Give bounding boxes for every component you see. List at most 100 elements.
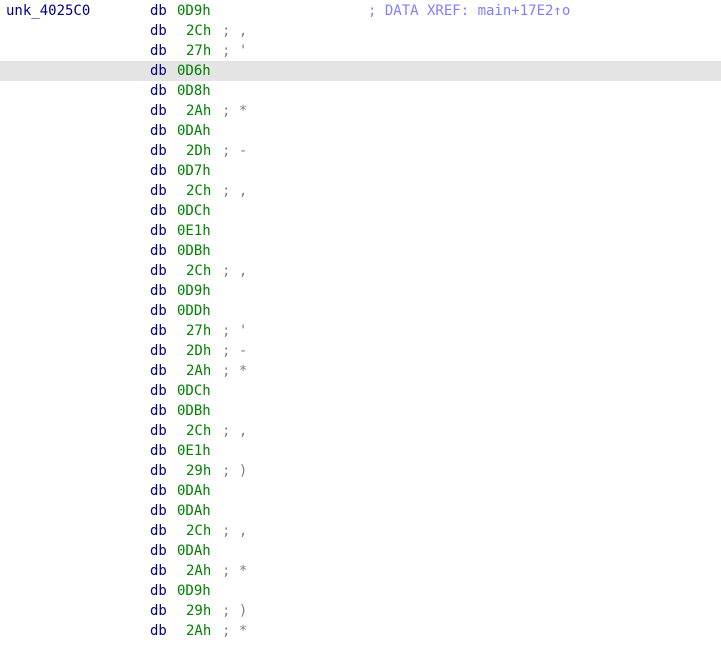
mnemonic[interactable]: db [150, 481, 167, 501]
listing-line[interactable]: db 0DAh [0, 541, 721, 561]
operand-value[interactable]: 2Ah [186, 561, 211, 581]
mnemonic[interactable]: db [150, 361, 167, 381]
operand-value[interactable]: 0DAh [177, 541, 211, 561]
operand-value[interactable]: 2Ah [186, 101, 211, 121]
operand-value[interactable]: 2Ch [186, 181, 211, 201]
listing-line[interactable]: db 2Dh ; - [0, 341, 721, 361]
operand-value[interactable]: 0DBh [177, 241, 211, 261]
listing-line[interactable]: db 0D6h [0, 61, 721, 81]
listing-line[interactable]: db 0DDh [0, 301, 721, 321]
mnemonic[interactable]: db [150, 281, 167, 301]
operand-value[interactable]: 2Ch [186, 421, 211, 441]
listing-line[interactable]: db 2Ah ; * [0, 561, 721, 581]
operand-value[interactable]: 0DAh [177, 481, 211, 501]
mnemonic[interactable]: db [150, 41, 167, 61]
mnemonic[interactable]: db [150, 301, 167, 321]
operand-value[interactable]: 2Ch [186, 521, 211, 541]
mnemonic[interactable]: db [150, 401, 167, 421]
listing-line[interactable]: db 0D8h [0, 81, 721, 101]
mnemonic[interactable]: db [150, 161, 167, 181]
char-comment: ; ' [222, 43, 248, 59]
operand-value[interactable]: 2Ch [186, 21, 211, 41]
mnemonic[interactable]: db [150, 341, 167, 361]
operand-value[interactable]: 0E1h [177, 221, 211, 241]
operand-value[interactable]: 29h [186, 461, 211, 481]
operand-value[interactable]: 0DCh [177, 201, 211, 221]
mnemonic[interactable]: db [150, 241, 167, 261]
operand-value[interactable]: 0DBh [177, 401, 211, 421]
listing-line[interactable]: db 2Ah ; * [0, 101, 721, 121]
listing-line[interactable]: db 2Ch ; , [0, 521, 721, 541]
mnemonic[interactable]: db [150, 121, 167, 141]
mnemonic[interactable]: db [150, 321, 167, 341]
listing-line[interactable]: db 0DAh [0, 481, 721, 501]
operand-value[interactable]: 2Dh [186, 141, 211, 161]
listing-line[interactable]: db 2Ch ; , [0, 21, 721, 41]
mnemonic[interactable]: db [150, 1, 167, 21]
mnemonic[interactable]: db [150, 601, 167, 621]
operand-value[interactable]: 0DCh [177, 381, 211, 401]
operand-value[interactable]: 0DAh [177, 501, 211, 521]
operand-value[interactable]: 0D9h [177, 281, 211, 301]
listing-line[interactable]: db 0E1h [0, 441, 721, 461]
mnemonic[interactable]: db [150, 561, 167, 581]
operand-value[interactable]: 2Ah [186, 621, 211, 641]
listing-line[interactable]: db 0D7h [0, 161, 721, 181]
listing-line[interactable]: db 27h ; ' [0, 41, 721, 61]
listing-line[interactable]: db 29h ; ) [0, 461, 721, 481]
mnemonic[interactable]: db [150, 261, 167, 281]
listing-line[interactable]: db 0D9h [0, 581, 721, 601]
mnemonic[interactable]: db [150, 381, 167, 401]
operand-value[interactable]: 0E1h [177, 441, 211, 461]
operand-value[interactable]: 0D6h [177, 61, 211, 81]
mnemonic[interactable]: db [150, 201, 167, 221]
mnemonic[interactable]: db [150, 621, 167, 641]
listing-line[interactable]: db 0DBh [0, 241, 721, 261]
mnemonic[interactable]: db [150, 101, 167, 121]
mnemonic[interactable]: db [150, 141, 167, 161]
listing-line[interactable]: db 0E1h [0, 221, 721, 241]
mnemonic[interactable]: db [150, 81, 167, 101]
listing-line[interactable]: db 0DAh [0, 501, 721, 521]
mnemonic[interactable]: db [150, 221, 167, 241]
operand-value[interactable]: 29h [186, 601, 211, 621]
operand-value[interactable]: 2Ah [186, 361, 211, 381]
operand-value[interactable]: 0D9h [177, 581, 211, 601]
mnemonic[interactable]: db [150, 441, 167, 461]
listing-line[interactable]: db 0DAh [0, 121, 721, 141]
mnemonic[interactable]: db [150, 21, 167, 41]
listing-line[interactable]: db 2Ch ; , [0, 261, 721, 281]
data-label[interactable]: unk_4025C0 [6, 1, 90, 21]
mnemonic[interactable]: db [150, 61, 167, 81]
operand-value[interactable]: 0DAh [177, 121, 211, 141]
mnemonic[interactable]: db [150, 181, 167, 201]
listing-line[interactable]: db 2Ch ; , [0, 181, 721, 201]
operand-value[interactable]: 2Ch [186, 261, 211, 281]
disassembly-listing[interactable]: unk_4025C0 db 0D9h; DATA XREF: main+17E2↑o… [0, 0, 721, 649]
listing-line[interactable]: db 0DBh [0, 401, 721, 421]
mnemonic[interactable]: db [150, 581, 167, 601]
listing-line[interactable]: db 0D9h [0, 281, 721, 301]
xref-comment[interactable]: ; DATA XREF: main+17E2↑o [368, 1, 570, 21]
mnemonic[interactable]: db [150, 541, 167, 561]
listing-line[interactable]: db 29h ; ) [0, 601, 721, 621]
listing-line[interactable]: db 2Ah ; * [0, 361, 721, 381]
operand-value[interactable]: 0D7h [177, 161, 211, 181]
operand-value[interactable]: 0D9h [177, 1, 211, 21]
listing-line[interactable]: db 2Dh ; - [0, 141, 721, 161]
listing-line[interactable]: db 0DCh [0, 381, 721, 401]
mnemonic[interactable]: db [150, 421, 167, 441]
mnemonic[interactable]: db [150, 501, 167, 521]
operand-value[interactable]: 0DDh [177, 301, 211, 321]
listing-line[interactable]: db 27h ; ' [0, 321, 721, 341]
listing-line[interactable]: db 2Ah ; * [0, 621, 721, 641]
operand-value[interactable]: 0D8h [177, 81, 211, 101]
listing-line[interactable]: db 2Ch ; , [0, 421, 721, 441]
operand-value[interactable]: 2Dh [186, 341, 211, 361]
listing-line[interactable]: db 0DCh [0, 201, 721, 221]
mnemonic[interactable]: db [150, 461, 167, 481]
listing-line[interactable]: unk_4025C0 db 0D9h ; DATA XREF: main+17E2↑o [0, 1, 721, 21]
mnemonic[interactable]: db [150, 521, 167, 541]
operand-value[interactable]: 27h [186, 41, 211, 61]
operand-value[interactable]: 27h [186, 321, 211, 341]
